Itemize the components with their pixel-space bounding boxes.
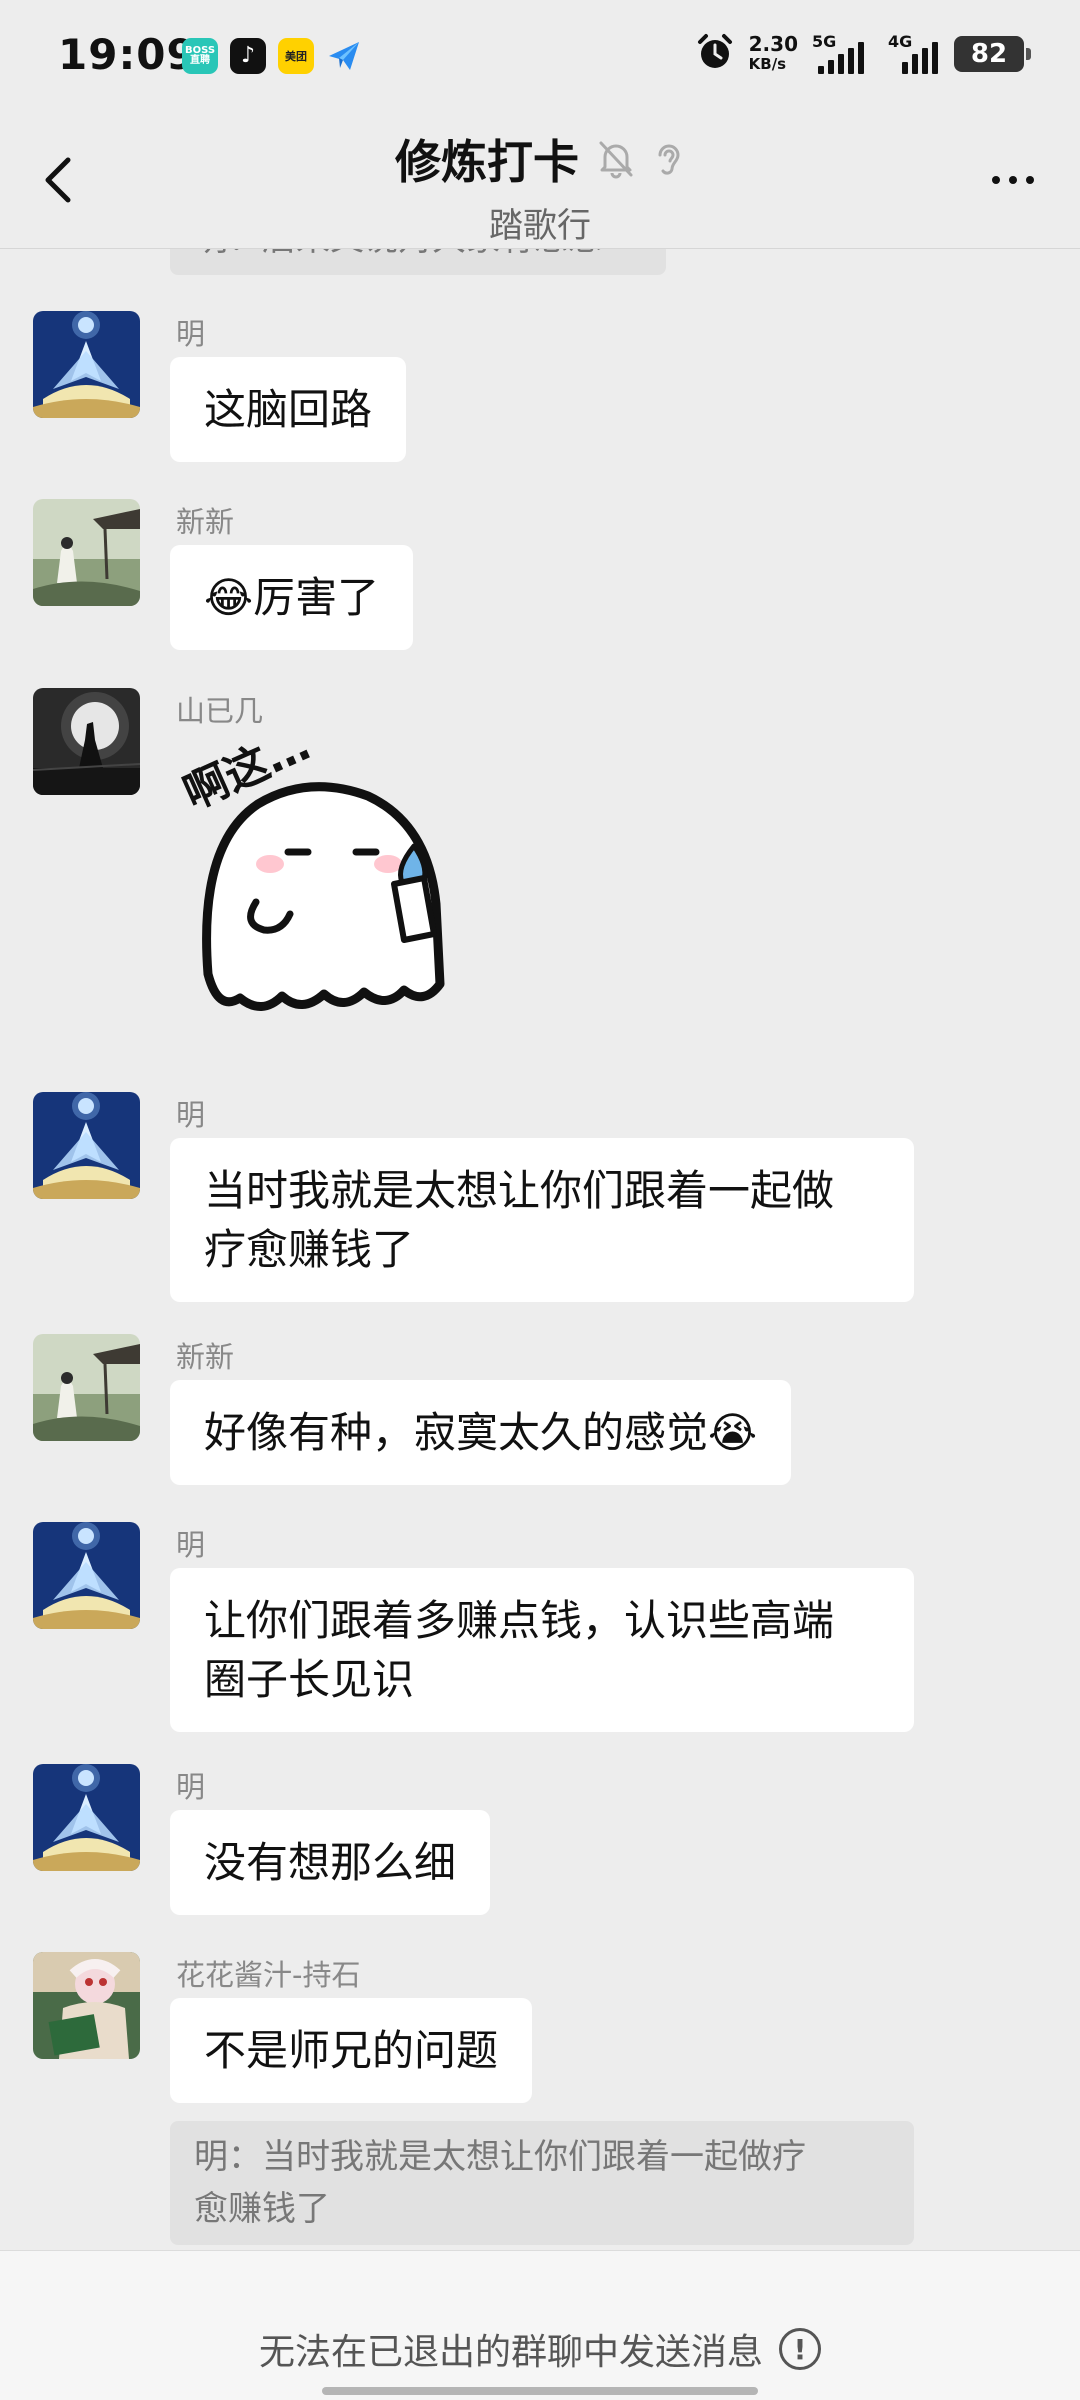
- avatar-lotus[interactable]: [33, 311, 140, 418]
- signal-5g-icon: 5G: [812, 32, 874, 74]
- message-bubble[interactable]: 不是师兄的问题: [170, 1998, 533, 2103]
- sender-name: 明: [176, 1098, 206, 1132]
- sender-name: 花花酱汁-持石: [176, 1958, 361, 1992]
- home-indicator[interactable]: [322, 2387, 758, 2395]
- clock: 19:09: [58, 30, 197, 79]
- chat-screen: 19:09 BOSS直聘 ♪ 美团 2.30 KB/s 5G 4G 82 修炼打…: [0, 0, 1080, 2400]
- exit-notice-text: 无法在已退出的群聊中发送消息: [258, 2332, 763, 2373]
- sender-name: 明: [176, 317, 206, 351]
- message-bubble[interactable]: 让你们跟着多赚点钱，认识些高端 圈子长见识: [170, 1568, 914, 1732]
- title-block: 修炼打卡 踏歌行: [0, 126, 1080, 247]
- sender-name: 新新: [176, 1340, 235, 1374]
- boss-app-icon: BOSS直聘: [182, 38, 218, 74]
- message-list[interactable]: 明：后来又说对大家有思想 明 这脑回路: [0, 249, 1080, 2249]
- exit-notice: 无法在已退出的群聊中发送消息 !: [0, 2323, 1080, 2375]
- message-bubble[interactable]: 没有想那么细: [170, 1810, 491, 1915]
- notification-icons: BOSS直聘 ♪ 美团: [182, 38, 362, 74]
- quoted-message[interactable]: 明：当时我就是太想让你们跟着一起做疗 愈赚钱了: [170, 2121, 914, 2245]
- avatar-reader[interactable]: [33, 1952, 140, 2059]
- status-bar: 19:09 BOSS直聘 ♪ 美团 2.30 KB/s 5G 4G 82: [0, 0, 1080, 112]
- message-bubble[interactable]: 好像有种，寂寞太久的感觉😭: [170, 1380, 792, 1485]
- avatar-landscape[interactable]: [33, 499, 140, 606]
- info-icon[interactable]: !: [779, 2328, 821, 2370]
- speed-unit: KB/s: [748, 55, 787, 73]
- network-speed: 2.30 KB/s: [749, 34, 798, 74]
- message-line: 圈子长见识: [204, 1655, 415, 1704]
- message-line: 让你们跟着多赚点钱，认识些高端: [204, 1596, 835, 1645]
- paper-plane-app-icon: [326, 38, 362, 74]
- meituan-app-icon: 美团: [278, 38, 314, 74]
- chat-header: 修炼打卡 踏歌行: [0, 112, 1080, 249]
- message-bubble[interactable]: 😂厉害了: [170, 545, 414, 650]
- quoted-message[interactable]: 明：后来又说对大家有思想: [170, 249, 666, 275]
- status-right: 2.30 KB/s 5G 4G 82: [695, 32, 1031, 76]
- avatar-moon[interactable]: [33, 688, 140, 795]
- ear-icon: [658, 144, 680, 175]
- message-bubble[interactable]: 当时我就是太想让你们跟着一起做 疗愈赚钱了: [170, 1138, 914, 1302]
- alarm-icon: [695, 32, 735, 76]
- more-dot: [1009, 176, 1017, 184]
- more-dot: [1026, 176, 1034, 184]
- signal-4g-icon: 4G: [888, 32, 940, 74]
- sender-name: 山已几: [176, 694, 264, 728]
- avatar-lotus[interactable]: [33, 1092, 140, 1199]
- quote-line: 明：当时我就是太想让你们跟着一起做疗: [194, 2137, 806, 2177]
- avatar-landscape[interactable]: [33, 1334, 140, 1441]
- mute-bell-icon: [599, 141, 633, 179]
- sim1-label: 5G: [812, 32, 837, 51]
- avatar-lotus[interactable]: [33, 1522, 140, 1629]
- message-line: 当时我就是太想让你们跟着一起做: [204, 1166, 835, 1215]
- sticker-ghost[interactable]: 啊这…: [176, 719, 498, 1034]
- sender-name: 新新: [176, 505, 235, 539]
- quote-line: 愈赚钱了: [194, 2189, 330, 2229]
- sender-name: 明: [176, 1770, 206, 1804]
- input-area-disabled: 无法在已退出的群聊中发送消息 !: [0, 2250, 1080, 2400]
- message-bubble[interactable]: 这脑回路: [170, 357, 407, 462]
- avatar-lotus[interactable]: [33, 1764, 140, 1871]
- tiktok-app-icon: ♪: [230, 38, 266, 74]
- sender-name: 明: [176, 1528, 206, 1562]
- speed-value: 2.30: [748, 32, 798, 56]
- group-title: 修炼打卡: [395, 135, 579, 189]
- group-subtitle: 踏歌行: [489, 206, 591, 246]
- battery-icon: 82: [954, 36, 1031, 72]
- message-line: 疗愈赚钱了: [204, 1225, 415, 1274]
- more-dot: [992, 176, 1000, 184]
- sim2-label: 4G: [888, 32, 913, 51]
- more-button[interactable]: [980, 152, 1046, 208]
